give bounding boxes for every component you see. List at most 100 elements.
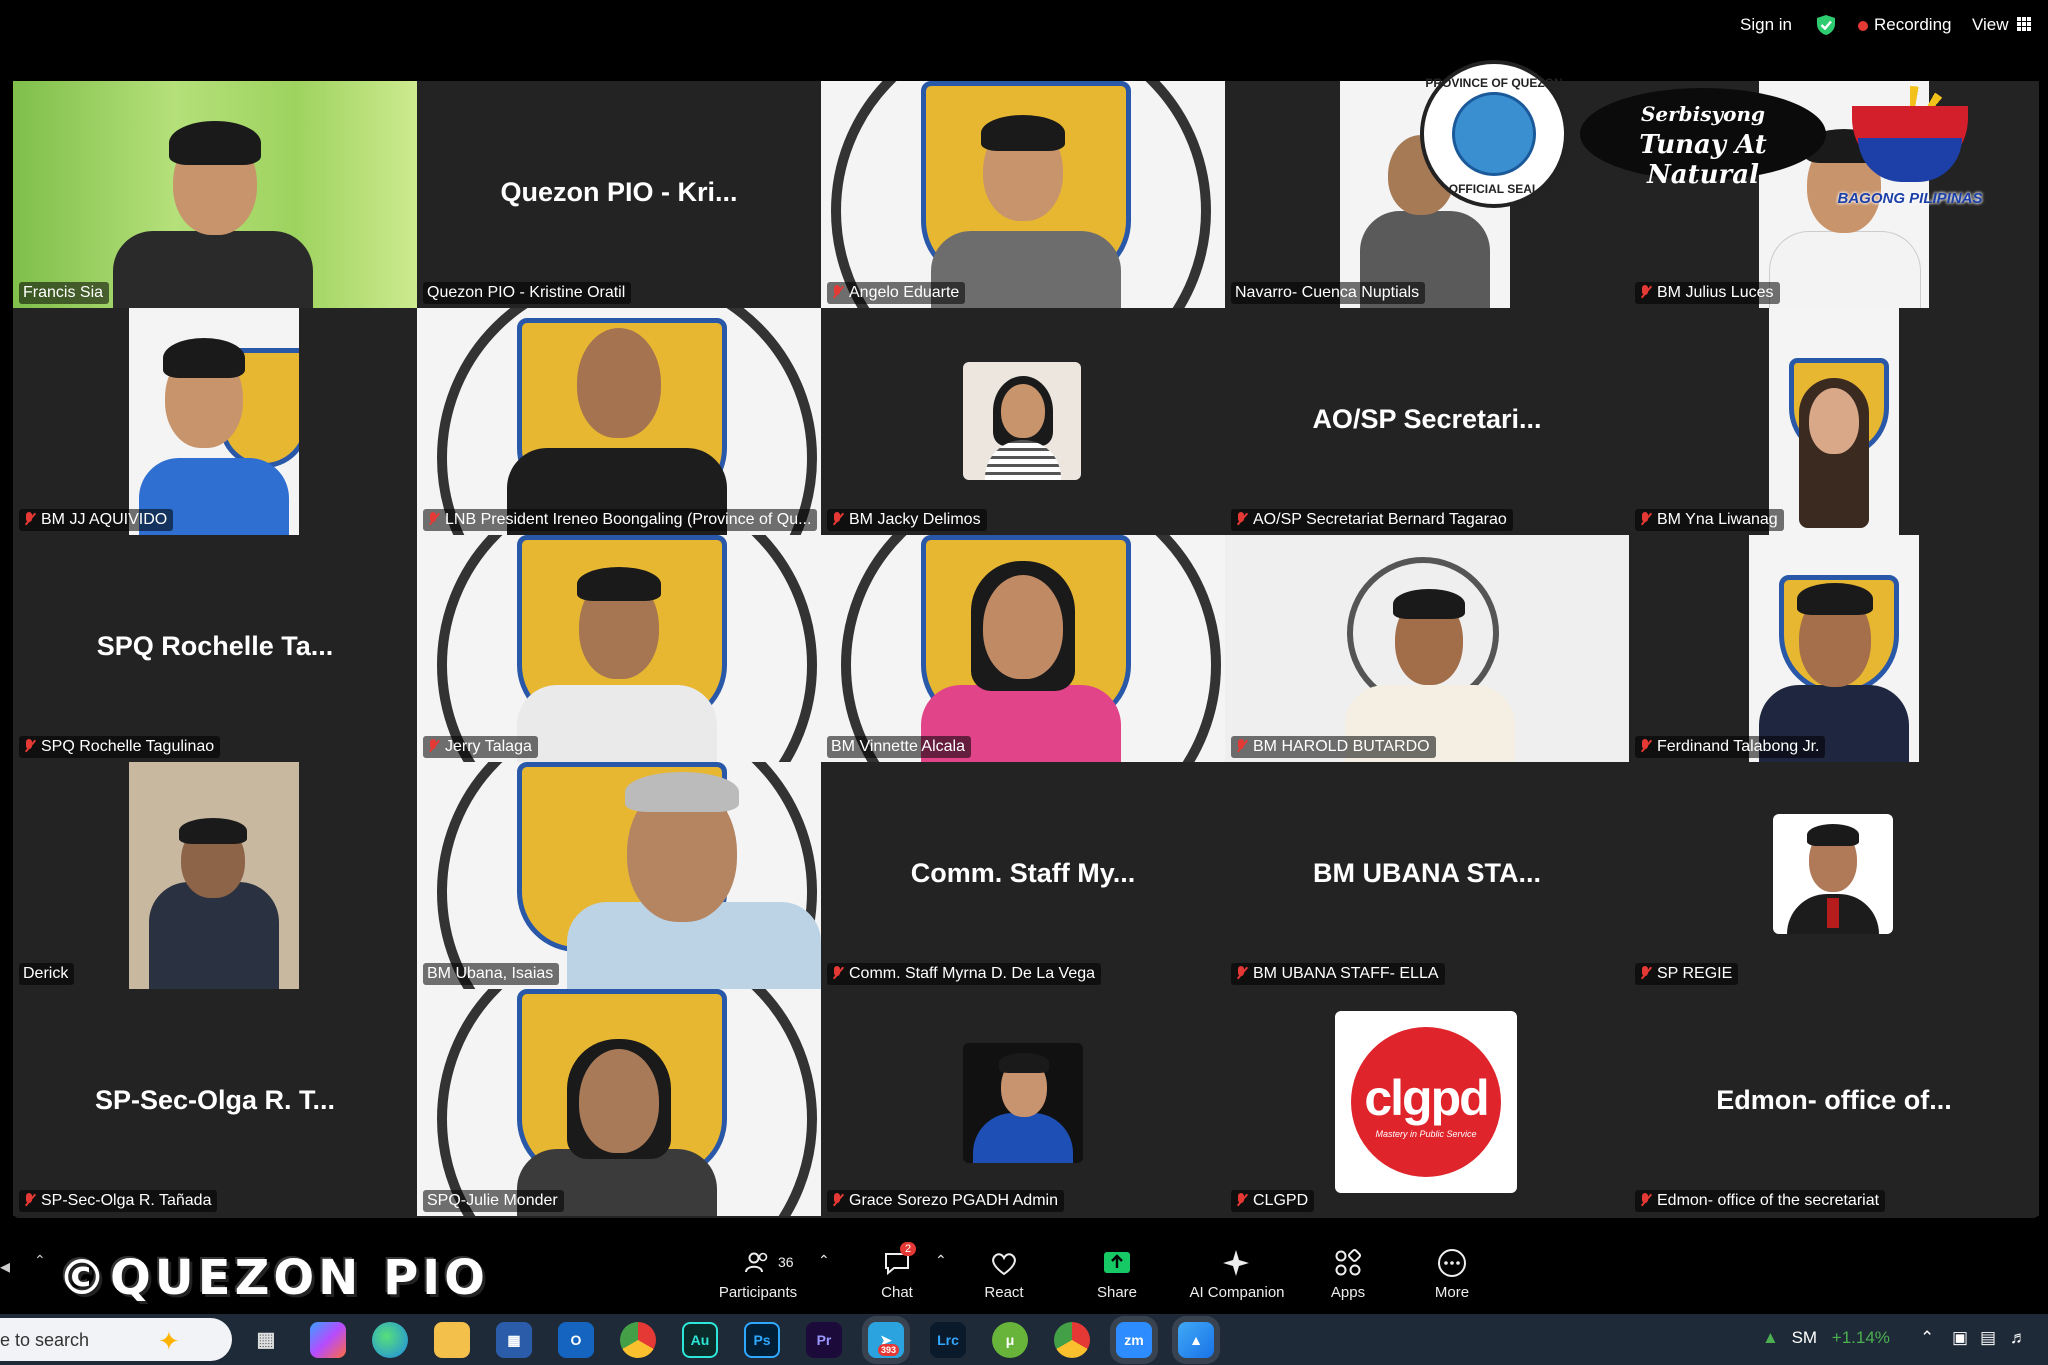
participant-tile[interactable]: BM Ubana, Isaias xyxy=(417,762,821,989)
more-button[interactable]: More xyxy=(1402,1248,1502,1301)
participant-tile[interactable]: clgpd Mastery in Public Service CLGPD xyxy=(1225,989,1629,1216)
copilot-app-icon[interactable] xyxy=(310,1322,346,1358)
participant-name-label: Ferdinand Talabong Jr. xyxy=(1635,736,1826,758)
participant-tile[interactable]: Comm. Staff My... Comm. Staff Myrna D. D… xyxy=(821,762,1225,989)
edge-browser-icon[interactable] xyxy=(372,1322,408,1358)
task-view-icon[interactable]: ▦ xyxy=(248,1322,284,1358)
muted-mic-icon xyxy=(1235,1193,1247,1207)
participant-tile[interactable]: BM HAROLD BUTARDO xyxy=(1225,535,1629,762)
sign-in-link[interactable]: Sign in xyxy=(1740,15,1792,35)
participant-video xyxy=(417,535,821,762)
chat-unread-badge: 2 xyxy=(900,1242,917,1256)
participant-tile[interactable]: BM UBANA STA... BM UBANA STAFF- ELLA xyxy=(1225,762,1629,989)
chevron-up-icon[interactable]: ⌃ xyxy=(935,1252,947,1269)
lightroom-classic-icon[interactable]: Lrc xyxy=(930,1322,966,1358)
muted-mic-icon xyxy=(831,512,843,526)
muted-mic-icon xyxy=(1235,512,1247,526)
participant-tile[interactable]: BM JJ AQUIVIDO xyxy=(13,308,417,535)
more-icon xyxy=(1438,1249,1466,1277)
participant-tile[interactable]: Angelo Eduarte xyxy=(821,81,1225,308)
participant-tile[interactable]: SPQ-Julie Monder xyxy=(417,989,821,1216)
muted-mic-icon xyxy=(1639,739,1651,753)
participant-tile[interactable]: AO/SP Secretari... AO/SP Secretariat Ber… xyxy=(1225,308,1629,535)
chevron-up-icon[interactable]: ⌃ xyxy=(1920,1328,1934,1348)
security-shield-icon[interactable] xyxy=(1815,14,1837,36)
participant-tile[interactable]: SP-Sec-Olga R. T... SP-Sec-Olga R. Tañad… xyxy=(13,989,417,1216)
participant-tile[interactable]: BM Jacky Delimos xyxy=(821,308,1225,535)
participant-name-label: Jerry Talaga xyxy=(423,736,538,758)
participant-tile[interactable]: BM Yna Liwanag xyxy=(1629,308,2039,535)
react-label: React xyxy=(984,1284,1024,1301)
view-label: View xyxy=(1972,15,2009,34)
muted-mic-icon xyxy=(427,739,439,753)
muted-mic-icon xyxy=(1235,966,1247,980)
participant-tile[interactable]: Francis Sia xyxy=(13,81,417,308)
taskbar-search-box[interactable]: e to search ✦ xyxy=(0,1318,232,1361)
chrome-profile-icon[interactable] xyxy=(1054,1322,1090,1358)
network-icon[interactable]: ▤ xyxy=(1980,1328,1996,1348)
chat-button[interactable]: 2 Chat xyxy=(847,1242,947,1301)
camera-icon[interactable]: ▣ xyxy=(1952,1328,1968,1348)
participants-label: Participants xyxy=(718,1284,798,1301)
microsoft-store-icon[interactable]: ▦ xyxy=(496,1322,532,1358)
ai-companion-button[interactable]: AI Companion xyxy=(1187,1248,1287,1301)
stock-widget[interactable]: ▲ SM +1.14% xyxy=(1762,1328,1890,1348)
participant-tile[interactable]: Edmon- office of... Edmon- office of the… xyxy=(1629,989,2039,1216)
apps-label: Apps xyxy=(1330,1284,1366,1301)
participant-name-label: Grace Sorezo PGADH Admin xyxy=(827,1190,1064,1212)
audition-icon[interactable]: Au xyxy=(682,1322,718,1358)
participant-display-name: Comm. Staff My... xyxy=(910,858,1136,888)
view-button[interactable]: View xyxy=(1972,15,2031,35)
participant-display-name: Quezon PIO - Kri... xyxy=(500,177,738,207)
quezon-pio-watermark: ©QUEZON PIO xyxy=(58,1250,489,1306)
file-explorer-icon[interactable] xyxy=(434,1322,470,1358)
participant-name-label: Quezon PIO - Kristine Oratil xyxy=(423,282,632,304)
telegram-icon[interactable]: ➤ 393 xyxy=(868,1322,904,1358)
chat-label: Chat xyxy=(881,1284,913,1301)
stock-name: SM xyxy=(1791,1328,1818,1347)
speaker-icon[interactable]: ◂ xyxy=(0,1254,10,1279)
chevron-up-icon[interactable]: ⌃ xyxy=(818,1252,830,1269)
participant-video xyxy=(417,308,821,535)
muted-mic-icon xyxy=(831,1193,843,1207)
zoom-app-icon[interactable]: zm xyxy=(1116,1322,1152,1358)
muted-mic-icon xyxy=(23,739,35,753)
premiere-icon[interactable]: Pr xyxy=(806,1322,842,1358)
participant-name-label: BM UBANA STAFF- ELLA xyxy=(1231,963,1445,985)
participant-tile[interactable]: Derick xyxy=(13,762,417,989)
participant-name-label: SPQ-Julie Monder xyxy=(423,1190,564,1212)
participant-name-label: AO/SP Secretariat Bernard Tagarao xyxy=(1231,509,1513,531)
apps-button[interactable]: Apps xyxy=(1298,1248,1398,1301)
participant-video xyxy=(1769,308,1899,535)
participant-tile[interactable]: Ferdinand Talabong Jr. xyxy=(1629,535,2039,762)
participant-video xyxy=(13,81,417,308)
participant-tile[interactable]: Jerry Talaga xyxy=(417,535,821,762)
participant-tile[interactable]: SPQ Rochelle Ta... SPQ Rochelle Tagulina… xyxy=(13,535,417,762)
grid-view-icon xyxy=(2016,17,2031,31)
participant-avatar xyxy=(963,362,1081,480)
participant-tile[interactable]: Grace Sorezo PGADH Admin xyxy=(821,989,1225,1216)
participant-display-name: AO/SP Secretari... xyxy=(1312,404,1542,434)
volume-icon[interactable]: ♬ xyxy=(2010,1328,2027,1348)
chevron-up-icon[interactable]: ⌃ xyxy=(34,1252,46,1269)
participant-name-label: BM Jacky Delimos xyxy=(827,509,987,531)
participants-count: 36 xyxy=(778,1254,794,1270)
utorrent-icon[interactable]: μ xyxy=(992,1322,1028,1358)
participant-name-label: BM Ubana, Isaias xyxy=(423,963,560,985)
recording-indicator[interactable]: Recording xyxy=(1858,15,1952,35)
video-gallery: Francis Sia Quezon PIO - Kri... Quezon P… xyxy=(13,81,2039,1218)
react-button[interactable]: React xyxy=(954,1248,1054,1301)
photoshop-icon[interactable]: Ps xyxy=(744,1322,780,1358)
participant-tile[interactable]: LNB President Ireneo Boongaling (Provinc… xyxy=(417,308,821,535)
photos-app-icon[interactable]: ▲ xyxy=(1178,1322,1214,1358)
outlook-icon[interactable]: O xyxy=(558,1322,594,1358)
chrome-icon[interactable] xyxy=(620,1322,656,1358)
participant-tile[interactable]: Quezon PIO - Kri... Quezon PIO - Kristin… xyxy=(417,81,821,308)
participant-tile[interactable]: SP REGIE xyxy=(1629,762,2039,989)
participant-name-label: BM Julius Luces xyxy=(1635,282,1780,304)
sparkle-icon xyxy=(1223,1250,1249,1276)
more-label: More xyxy=(1434,1284,1470,1301)
share-button[interactable]: Share xyxy=(1067,1248,1167,1301)
active-speaker-tile[interactable]: BM Vinnette Alcala xyxy=(821,535,1225,762)
muted-mic-icon xyxy=(1235,739,1247,753)
